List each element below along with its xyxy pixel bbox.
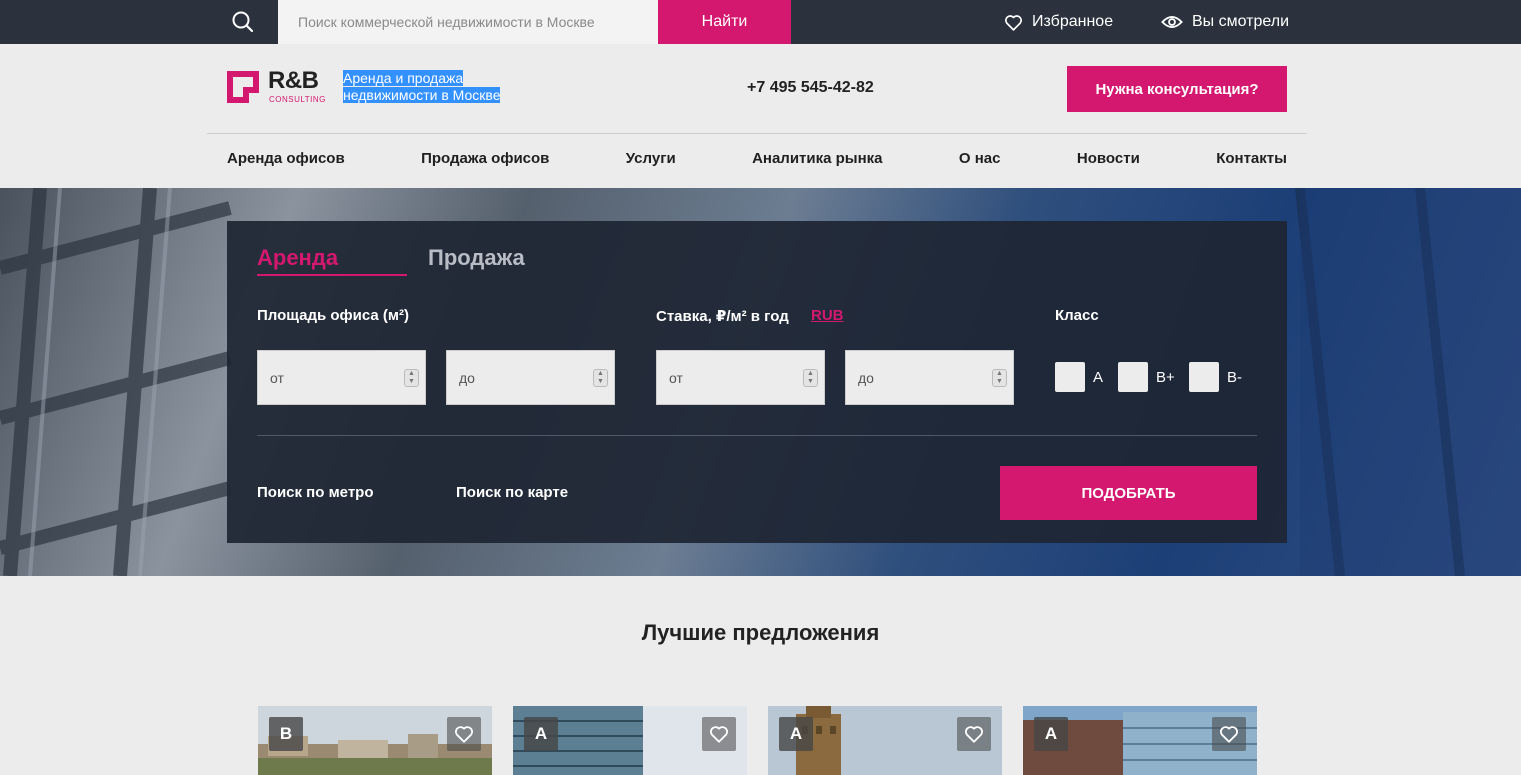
header-divider bbox=[207, 133, 1307, 134]
favorite-button[interactable] bbox=[1212, 717, 1246, 751]
nav-item-office-sale[interactable]: Продажа офисов bbox=[421, 150, 549, 172]
tagline-line2: недвижимости в Москве bbox=[343, 87, 501, 103]
area-to-field[interactable]: ▲▼ bbox=[446, 350, 615, 405]
rate-from-spinner[interactable]: ▲ ▼ bbox=[803, 369, 818, 387]
class-badge: A bbox=[1034, 717, 1068, 751]
area-label: Площадь офиса (м²) bbox=[257, 307, 409, 324]
class-badge: A bbox=[524, 717, 558, 751]
panel-divider bbox=[257, 435, 1257, 436]
area-from-input[interactable] bbox=[258, 351, 425, 404]
offer-card[interactable]: A bbox=[1023, 706, 1257, 775]
map-search-link[interactable]: Поиск по карте bbox=[456, 484, 568, 501]
favorites-link[interactable]: Избранное bbox=[1004, 0, 1113, 44]
area-to-input[interactable] bbox=[447, 351, 614, 404]
class-b-plus-label: B+ bbox=[1156, 369, 1175, 386]
active-tab-underline bbox=[257, 274, 407, 276]
favorite-button[interactable] bbox=[702, 717, 736, 751]
nav-item-market-analytics[interactable]: Аналитика рынка bbox=[752, 150, 882, 172]
main-nav: Аренда офисов Продажа офисов Услуги Анал… bbox=[227, 150, 1287, 172]
class-b-plus-checkbox[interactable] bbox=[1118, 362, 1148, 392]
tagline: Аренда и продажа недвижимости в Москве bbox=[343, 70, 501, 104]
nav-item-news[interactable]: Новости bbox=[1077, 150, 1140, 172]
area-to-spinner[interactable]: ▲ ▼ bbox=[593, 369, 608, 387]
find-button[interactable]: Найти bbox=[658, 0, 791, 44]
favorite-button[interactable] bbox=[957, 717, 991, 751]
class-b-minus-label: B- bbox=[1227, 369, 1242, 386]
viewed-label: Вы смотрели bbox=[1192, 13, 1290, 30]
offer-card[interactable]: B bbox=[258, 706, 492, 775]
heart-icon bbox=[964, 726, 984, 743]
heart-icon bbox=[1219, 726, 1239, 743]
search-input[interactable] bbox=[278, 0, 658, 44]
nav-item-office-rent[interactable]: Аренда офисов bbox=[227, 150, 345, 172]
class-badge: B bbox=[269, 717, 303, 751]
rate-from-input[interactable] bbox=[657, 351, 824, 404]
tab-sale[interactable]: Продажа bbox=[428, 245, 525, 271]
heart-icon bbox=[1005, 14, 1022, 31]
nav-item-about[interactable]: О нас bbox=[959, 150, 1001, 172]
currency-toggle[interactable]: RUB bbox=[811, 307, 844, 324]
pick-button[interactable]: ПОДОБРАТЬ bbox=[1000, 466, 1257, 520]
class-badge: A bbox=[779, 717, 813, 751]
favorite-button[interactable] bbox=[447, 717, 481, 751]
area-from-spinner[interactable]: ▲ ▼ bbox=[404, 369, 419, 387]
rate-to-field[interactable]: ▲▼ bbox=[845, 350, 1014, 405]
rate-to-input[interactable] bbox=[846, 351, 1013, 404]
area-from-field[interactable]: ▲▼ bbox=[257, 350, 426, 405]
heart-icon bbox=[454, 726, 474, 743]
class-b-minus-checkbox[interactable] bbox=[1189, 362, 1219, 392]
viewed-link[interactable]: Вы смотрели bbox=[1161, 0, 1289, 44]
class-a-label: A bbox=[1093, 369, 1104, 386]
heart-icon bbox=[709, 726, 729, 743]
favorites-label: Избранное bbox=[1032, 13, 1114, 30]
metro-search-link[interactable]: Поиск по метро bbox=[257, 484, 373, 501]
tagline-line1: Аренда и продажа bbox=[343, 70, 464, 86]
search-icon[interactable] bbox=[207, 0, 278, 44]
eye-icon bbox=[1161, 16, 1183, 28]
logo[interactable]: R&B CONSULTING bbox=[227, 67, 327, 106]
rate-label: Ставка, ₽/м² в год bbox=[656, 308, 789, 325]
rate-from-field[interactable]: ▲▼ bbox=[656, 350, 825, 405]
rate-to-spinner[interactable]: ▲ ▼ bbox=[992, 369, 1007, 387]
offer-card[interactable]: A bbox=[768, 706, 1002, 775]
consultation-button[interactable]: Нужна консультация? bbox=[1067, 66, 1287, 112]
tab-rent[interactable]: Аренда bbox=[257, 245, 338, 271]
class-label: Класс bbox=[1055, 307, 1099, 324]
offer-card[interactable]: A bbox=[513, 706, 747, 775]
logo-subtext: CONSULTING bbox=[269, 95, 326, 104]
logo-mark-icon bbox=[227, 71, 259, 103]
nav-item-services[interactable]: Услуги bbox=[626, 150, 676, 172]
best-offers-title: Лучшие предложения bbox=[641, 620, 880, 645]
phone-number[interactable]: +7 495 545-42-82 bbox=[747, 79, 874, 97]
logo-text: R&B bbox=[268, 67, 319, 94]
class-a-checkbox[interactable] bbox=[1055, 362, 1085, 392]
nav-item-contacts[interactable]: Контакты bbox=[1216, 150, 1287, 172]
